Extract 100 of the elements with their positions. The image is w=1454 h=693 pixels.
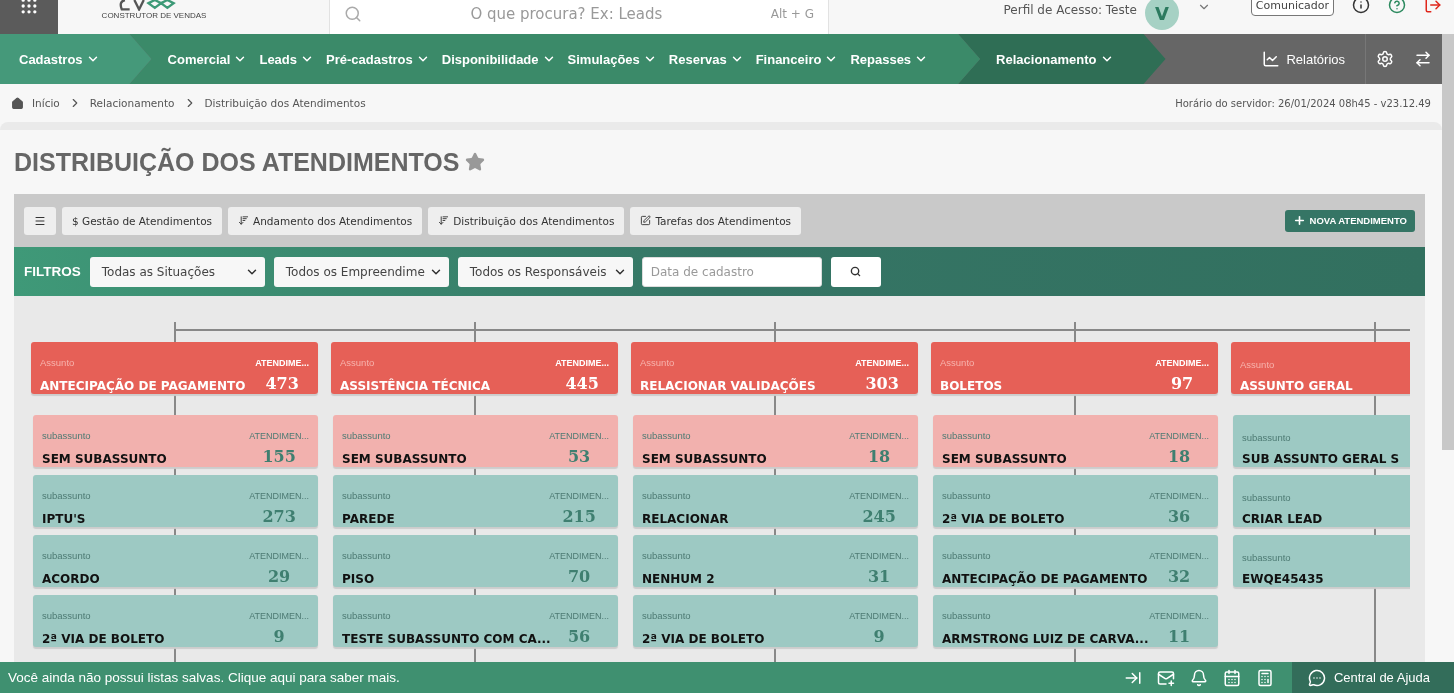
filter-select[interactable]: Todos os Responsáveis	[457, 256, 633, 287]
card-title: ASSUNTO GERAL	[1240, 378, 1354, 394]
card-title: ANTECIPAÇÃO DE PAGAMENTO	[40, 378, 247, 394]
card-label: Assunto	[340, 356, 375, 368]
search-field[interactable]: O que procura? Ex: Leads	[372, 4, 761, 24]
menu-item[interactable]: Repasses	[850, 51, 929, 67]
subtopic-card[interactable]: subassunto ATENDIMEN... NENHUM 2 31	[633, 535, 918, 587]
settings-icon[interactable]	[1376, 50, 1394, 68]
shortcut-hint: Alt + G	[770, 7, 814, 21]
filter-select[interactable]: Todas as Situações	[89, 256, 265, 287]
subtopic-card[interactable]: subassunto ATENDIMEN... 2ª VIA DE BOLETO 9	[33, 595, 318, 647]
menu-item[interactable]: Simulações	[567, 51, 657, 67]
count-label: ATENDIMEN...	[249, 550, 309, 561]
menu-item[interactable]: Financeiro	[755, 51, 839, 67]
ticket-count: 32	[1167, 567, 1191, 587]
card-label: subassunto	[42, 609, 91, 621]
apps-grid-icon[interactable]	[0, 0, 58, 34]
reports-link[interactable]: Relatórios	[1262, 34, 1366, 84]
card-title: SEM SUBASSUNTO	[342, 451, 468, 467]
subtopic-card[interactable]: subassunto ATENDIMEN... SEM SUBASSUNTO 155	[33, 415, 318, 467]
toolbar-tab[interactable]: $ Gestão de Atendimentos	[62, 206, 223, 235]
toolbar-tab[interactable]: Distribuição dos Atendimentos	[428, 206, 625, 235]
info-icon[interactable]	[1352, 0, 1370, 14]
subtopic-card[interactable]: subassunto ATENDIMEN... 2ª VIA DE BOLETO 9	[633, 595, 918, 647]
date-field[interactable]: Data de cadastro	[641, 256, 822, 287]
subtopic-card[interactable]: subassunto ATENDIMEN... PAREDE 215	[333, 475, 618, 527]
ticket-count: 36	[1167, 507, 1191, 527]
card-title: SEM SUBASSUNTO	[42, 451, 168, 467]
subtopic-card[interactable]: subassunto ATENDIMEN... PISO 70	[333, 535, 618, 587]
sort-icon	[438, 215, 450, 226]
card-label: subassunto	[642, 429, 691, 441]
card-title: ACORDO	[42, 571, 101, 587]
communicator-button[interactable]: Comunicador	[1250, 0, 1334, 16]
swap-icon[interactable]	[1414, 50, 1432, 68]
subtopic-card[interactable]: subassunto ATENDIMEN... TESTE SUBASSUNTO COM CA... 56	[333, 595, 618, 647]
ticket-count: 18	[867, 447, 891, 467]
count-label: ATENDIME...	[555, 357, 609, 368]
count-label: ATENDIMEN...	[1149, 610, 1209, 621]
count-label: ATENDIMEN...	[549, 490, 609, 501]
card-title: ASSISTÊNCIA TÉCNICA	[340, 378, 492, 394]
subtopic-card[interactable]: subassunto ATENDIMEN... RELACIONAR 245	[633, 475, 918, 527]
subtopic-card[interactable]: subassunto ATENDIMEN... ARMSTRONG LUIZ DE CARVA... 11	[933, 595, 1218, 647]
ticket-count: 29	[267, 567, 291, 587]
subtopic-card[interactable]: subassunto CRIAR LEAD	[1233, 475, 1410, 527]
mail-icon[interactable]	[1156, 668, 1175, 687]
ticket-count: 56	[567, 627, 591, 647]
subtopic-card[interactable]: subassunto ATENDIMEN... ANTECIPAÇÃO DE PAGAMENTO 32	[933, 535, 1218, 587]
toolbar-tab[interactable]: Andamento dos Atendimentos	[228, 206, 423, 235]
subtopic-card[interactable]: subassunto ATENDIMEN... IPTU'S 273	[33, 475, 318, 527]
home-icon[interactable]	[11, 96, 24, 110]
menu-button[interactable]	[24, 206, 56, 235]
breadcrumb-link[interactable]: Início	[32, 97, 60, 109]
menu-item[interactable]: Disponibilidade	[441, 51, 556, 67]
ticket-count: 445	[565, 374, 599, 394]
subtopic-card[interactable]: subassunto ATENDIMEN... 2ª VIA DE BOLETO 36	[933, 475, 1218, 527]
favorite-star-icon[interactable]	[465, 152, 486, 172]
menu-item[interactable]: Reservas	[668, 51, 744, 67]
subtopic-card[interactable]: subassunto SUB ASSUNTO GERAL S	[1233, 415, 1410, 467]
subtopic-card[interactable]: subassunto ATENDIMEN... SEM SUBASSUNTO 18	[933, 415, 1218, 467]
card-title: BOLETOS	[940, 378, 1004, 394]
help-icon[interactable]	[1388, 0, 1406, 14]
saved-lists-message[interactable]: Você ainda não possui listas salvas. Clique aqui para saber mais.	[0, 670, 400, 685]
card-title: SEM SUBASSUNTO	[642, 451, 768, 467]
calendar-icon[interactable]	[1222, 668, 1241, 687]
toolbar-tab[interactable]: Tarefas dos Atendimentos	[630, 206, 802, 235]
menu-item[interactable]: Leads	[259, 51, 315, 67]
breadcrumb-link[interactable]: Distribuição dos Atendimentos	[204, 97, 366, 109]
card-label: subassunto	[942, 549, 991, 561]
breadcrumb-link[interactable]: Relacionamento	[89, 97, 175, 109]
bell-icon[interactable]	[1189, 668, 1208, 687]
card-label: subassunto	[942, 489, 991, 501]
logout-icon[interactable]	[1424, 0, 1442, 14]
new-ticket-button[interactable]: NOVA ATENDIMENTO	[1284, 209, 1415, 232]
help-center-button[interactable]: Central de Ajuda	[1291, 662, 1454, 693]
card-label: subassunto	[642, 489, 691, 501]
count-label: ATENDIMEN...	[849, 490, 909, 501]
scrollbar[interactable]	[1442, 34, 1454, 450]
card-label: subassunto	[342, 609, 391, 621]
ticket-count: 53	[567, 447, 591, 467]
subtopic-card[interactable]: subassunto ATENDIMEN... ACORDO 29	[33, 535, 318, 587]
ticket-count: 273	[262, 507, 296, 527]
count-label: ATENDIMEN...	[1149, 490, 1209, 501]
subtopic-card[interactable]: subassunto ATENDIMEN... SEM SUBASSUNTO 53	[333, 415, 618, 467]
count-label: ATENDIME...	[855, 357, 909, 368]
ticket-count: 11	[1167, 627, 1191, 647]
search-button[interactable]	[830, 256, 881, 287]
menu-item[interactable]: Comercial	[167, 51, 248, 67]
edit-icon	[640, 215, 652, 226]
calculator-icon[interactable]	[1255, 668, 1274, 687]
subtopic-card[interactable]: subassunto EWQE45435	[1233, 535, 1410, 587]
card-label: subassunto	[642, 609, 691, 621]
menu-item[interactable]: Relacionamento	[996, 51, 1114, 67]
chat-icon	[1307, 668, 1326, 687]
subtopic-card[interactable]: subassunto ATENDIMEN... SEM SUBASSUNTO 18	[633, 415, 918, 467]
filter-select[interactable]: Todos os Empreendime	[273, 256, 449, 287]
card-label: Assunto	[640, 356, 675, 368]
card-label: subassunto	[342, 429, 391, 441]
card-title: PISO	[342, 571, 376, 587]
logo-caption: CONSTRUTOR DE VENDAS	[101, 11, 207, 20]
menu-item[interactable]: Pré-cadastros	[326, 51, 430, 67]
